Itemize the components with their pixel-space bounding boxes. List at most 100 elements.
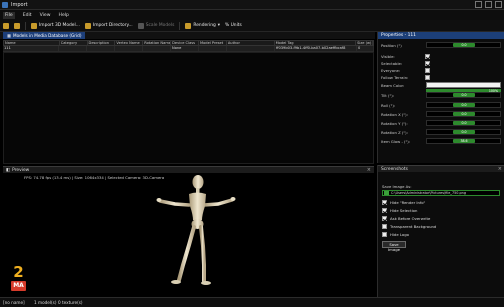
property-value: 0.0 — [453, 103, 475, 107]
preview-panel-header: ◧ Preview × — [3, 166, 374, 173]
color-swatch[interactable] — [426, 82, 501, 88]
scale-models-label: Scale Models — [145, 23, 175, 28]
column-header[interactable]: Model Tag — [275, 41, 357, 45]
document-tabs: ▦ Models in Media Database (Grid) — [0, 32, 375, 39]
import-model-icon — [31, 22, 37, 29]
menu-file[interactable]: File — [3, 11, 15, 19]
screenshots-header: Screenshots × — [378, 165, 504, 172]
import-model-button[interactable]: Import 3D Model... — [31, 22, 80, 29]
table-cell — [199, 46, 227, 51]
property-value-field[interactable]: 38.6 — [426, 138, 501, 144]
toolbar-divider — [25, 21, 26, 30]
column-header[interactable]: Vertex Name — [115, 41, 144, 45]
table-cell: 0 — [357, 46, 374, 51]
folder-icon[interactable] — [384, 191, 389, 195]
property-checkbox[interactable] — [425, 75, 430, 80]
column-header[interactable]: Description — [88, 41, 116, 45]
menu-view[interactable]: View — [40, 13, 51, 18]
column-header[interactable]: Model Preset — [199, 41, 227, 45]
title-bar: Import — [0, 0, 504, 10]
property-value-field[interactable]: 0.0 — [426, 102, 501, 108]
option-label: Hide Logo — [390, 232, 409, 237]
column-header[interactable]: Rotation Name — [143, 41, 172, 45]
property-value-field[interactable]: 0.0 — [426, 111, 501, 117]
window-controls — [475, 1, 502, 8]
property-value: 0.0 — [453, 43, 475, 47]
table-cell — [59, 46, 87, 51]
property-value: 38.6 — [453, 139, 475, 143]
screenshot-option[interactable]: Hide Selection — [382, 208, 492, 214]
option-checkbox[interactable] — [382, 232, 387, 237]
property-value-field[interactable]: 0.0 — [426, 92, 501, 98]
property-row: Beam Color: 100% — [381, 82, 501, 93]
minimize-button[interactable] — [475, 1, 482, 8]
menu-edit[interactable]: Edit — [23, 13, 32, 18]
property-label: Rotation X ("): — [381, 112, 408, 117]
column-header[interactable]: Author — [227, 41, 275, 45]
menu-help[interactable]: Help — [59, 13, 69, 18]
table-cell: None — [171, 46, 199, 51]
column-header[interactable]: Device Class — [171, 41, 199, 45]
option-checkbox[interactable] — [382, 224, 387, 229]
property-value: 0.0 — [453, 93, 475, 97]
property-checkbox[interactable] — [425, 61, 430, 66]
status-name: [no name] — [3, 300, 25, 305]
status-models: 1 model(s) — [34, 300, 57, 305]
rendering-label: Rendering — [193, 23, 216, 28]
option-checkbox[interactable] — [382, 216, 387, 221]
scale-models-button[interactable]: Scale Models — [137, 22, 175, 29]
property-row: Rotation X ("): 0.0 — [381, 111, 501, 118]
save-model-button[interactable] — [14, 22, 20, 29]
property-row: Selectable: — [381, 60, 501, 67]
column-header[interactable]: Size (w) — [356, 41, 374, 45]
property-row: Item Glow - ("): 38.6 — [381, 138, 501, 145]
logo-digit: 2 — [13, 263, 24, 281]
property-label: Beam Color: — [381, 83, 405, 88]
property-checkbox[interactable] — [425, 54, 430, 59]
3d-viewport[interactable]: FPS: 74.78 fps (13.4 ms) | Size: 1064x33… — [3, 173, 374, 297]
property-value: 0.0 — [453, 121, 475, 125]
column-header[interactable]: Name — [4, 41, 60, 45]
property-value-field[interactable]: 0.0 — [426, 120, 501, 126]
rendering-dropdown[interactable]: Rendering ▾ — [185, 22, 221, 29]
app-logo: 2 MA — [11, 264, 26, 292]
units-label: % Units — [225, 23, 242, 28]
table-cell — [115, 46, 143, 51]
import-directory-button[interactable]: Import Directory... — [84, 22, 133, 29]
import-model-label: Import 3D Model... — [39, 23, 80, 28]
property-label: Rotation Z ("): — [381, 130, 408, 135]
close-icon[interactable]: × — [498, 166, 502, 172]
screenshot-option[interactable]: Hide "Render Info" — [382, 200, 492, 206]
property-label: Position (") — [381, 43, 402, 48]
toolbar-divider — [179, 21, 181, 30]
property-checkbox[interactable] — [425, 68, 430, 73]
screenshot-option[interactable]: Hide Logo — [382, 232, 492, 238]
property-label: Rotation Y ("): — [381, 121, 408, 126]
option-checkbox[interactable] — [382, 200, 387, 205]
property-row: Follow Terrain: — [381, 74, 501, 81]
save-image-button[interactable]: Save Image — [382, 241, 406, 252]
property-value-field[interactable]: 0.0 — [426, 42, 501, 48]
tab-models-grid[interactable]: ▦ Models in Media Database (Grid) — [3, 32, 86, 39]
properties-title: Properties - 111 — [381, 33, 416, 38]
units-button[interactable]: % Units — [225, 23, 242, 28]
close-button[interactable] — [495, 1, 502, 8]
import-directory-icon — [84, 22, 91, 29]
table-cell — [227, 46, 275, 51]
property-row: Visible: — [381, 53, 501, 60]
property-row: Position (") 0.0 — [381, 42, 501, 49]
chevron-down-icon: ▾ — [217, 23, 221, 28]
open-folder-button[interactable] — [3, 22, 9, 29]
column-header[interactable]: Category — [60, 41, 88, 45]
screenshot-option[interactable]: Transparent Background — [382, 224, 492, 230]
tab-models-grid-label: Models in Media Database (Grid) — [12, 33, 82, 38]
property-label: Item Glow - ("): — [381, 139, 411, 144]
grid-empty-area[interactable] — [3, 52, 374, 164]
menu-bar: File Edit View Help — [0, 10, 504, 20]
save-path-field[interactable]: C:\Users\Administrator\Pictures\file_750… — [382, 190, 500, 196]
option-checkbox[interactable] — [382, 208, 387, 213]
property-value-field[interactable]: 0.0 — [426, 129, 501, 135]
folder-icon — [3, 22, 9, 29]
screenshot-option[interactable]: Ask Before Overwrite — [382, 216, 492, 222]
maximize-button[interactable] — [485, 1, 492, 8]
